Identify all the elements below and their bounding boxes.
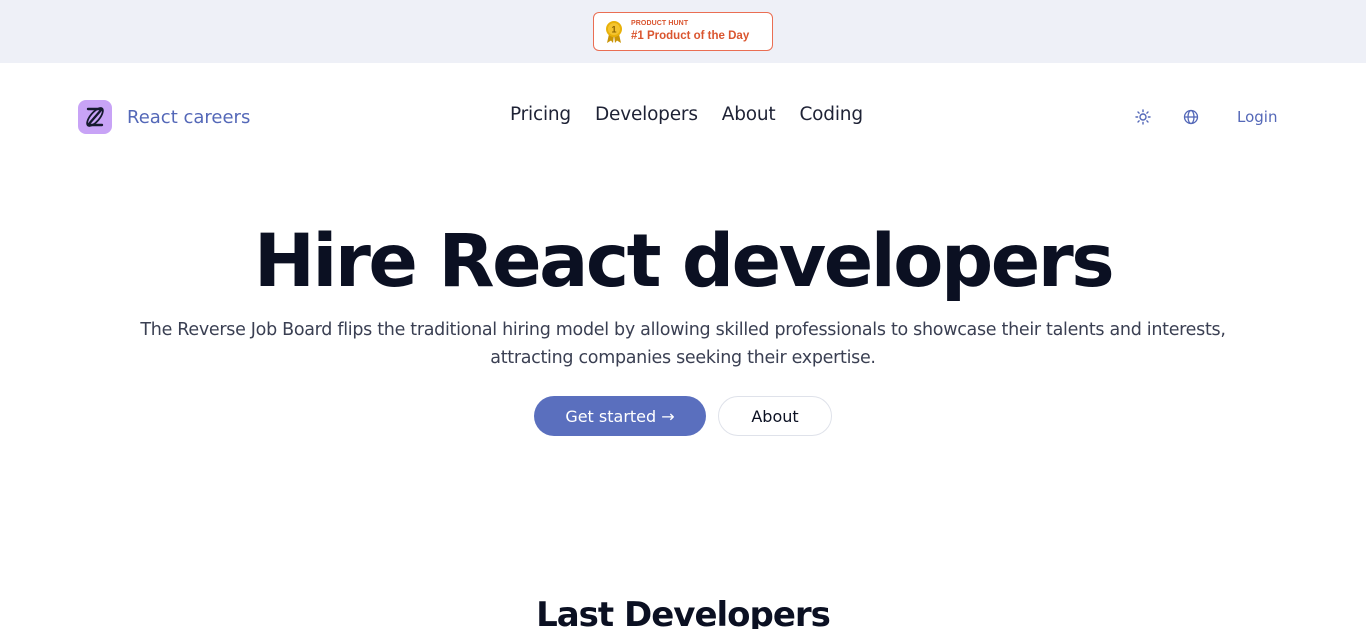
announcement-bar: 1 PRODUCT HUNT #1 Product of the Day xyxy=(0,0,1366,63)
svg-text:1: 1 xyxy=(611,25,616,35)
producthunt-badge[interactable]: 1 PRODUCT HUNT #1 Product of the Day xyxy=(593,12,773,51)
nav-link-developers[interactable]: Developers xyxy=(595,104,698,125)
globe-icon[interactable] xyxy=(1181,107,1201,127)
hero-title: Hire React developers xyxy=(253,219,1115,304)
hero-subtitle: The Reverse Job Board flips the traditio… xyxy=(140,320,1226,368)
nav-link-coding[interactable]: Coding xyxy=(799,104,863,125)
medal-icon: 1 xyxy=(606,21,622,43)
sun-icon[interactable] xyxy=(1133,107,1153,127)
last-developers-title: Last Developers xyxy=(536,595,831,629)
brand-name: React careers xyxy=(127,106,251,128)
badge-main-label: #1 Product of the Day xyxy=(631,30,750,42)
brand-link[interactable]: React careers xyxy=(78,100,250,134)
nav-link-pricing[interactable]: Pricing xyxy=(510,104,571,125)
navbar: React careers Pricing Developers About C… xyxy=(0,63,1366,171)
about-button[interactable]: About xyxy=(718,396,832,436)
login-link[interactable]: Login xyxy=(1237,108,1277,126)
badge-small-label: PRODUCT HUNT xyxy=(631,20,689,27)
logo-icon xyxy=(78,100,112,134)
nav-link-about[interactable]: About xyxy=(722,104,776,125)
get-started-button[interactable]: Get started → xyxy=(534,396,706,436)
main-nav: Pricing Developers About Coding xyxy=(510,104,863,125)
